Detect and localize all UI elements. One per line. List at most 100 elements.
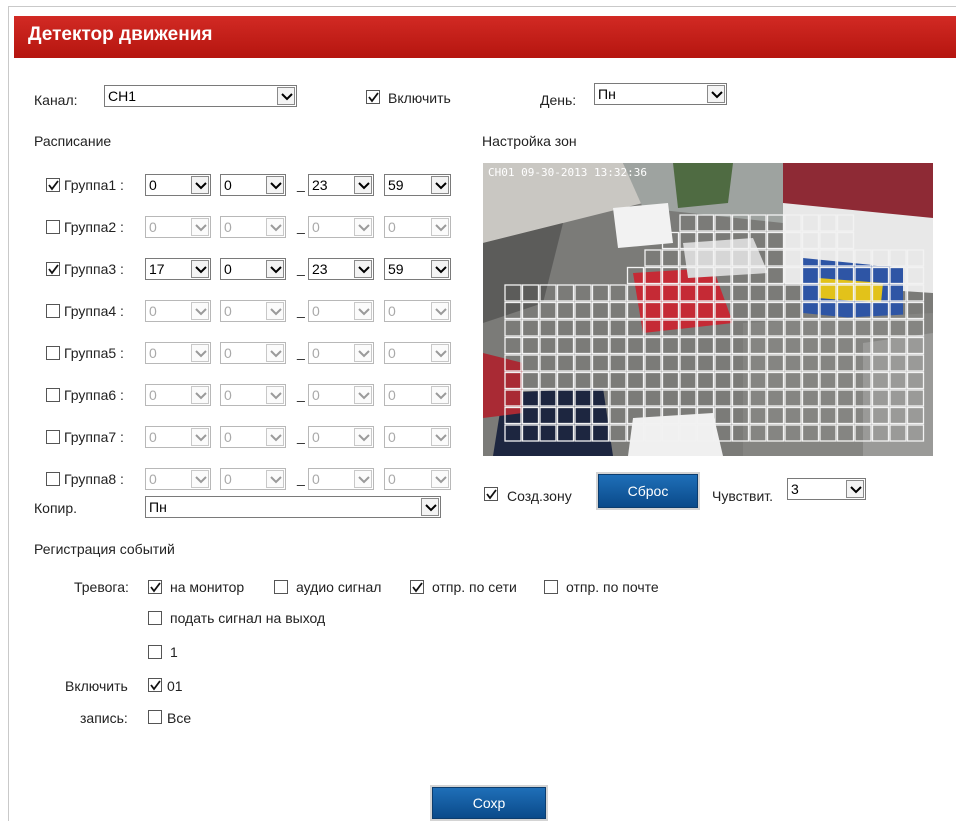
chevron-down-icon — [431, 428, 449, 446]
group-1-end-hour-value: 23 — [312, 177, 328, 193]
group-4-start-hour-select[interactable]: 0 — [145, 300, 211, 322]
group-8-end-hour-select[interactable]: 0 — [308, 468, 374, 490]
group-6-end-hour-select[interactable]: 0 — [308, 384, 374, 406]
chevron-down-icon — [421, 498, 439, 516]
group-6-start-hour-select[interactable]: 0 — [145, 384, 211, 406]
chevron-down-icon — [266, 218, 284, 236]
copy-select[interactable]: Пн — [145, 496, 441, 518]
group-7-end-minute-select[interactable]: 0 — [384, 426, 451, 448]
chevron-down-icon — [431, 344, 449, 362]
sensitivity-select[interactable]: 3 — [787, 478, 866, 500]
chevron-down-icon — [266, 176, 284, 194]
save-button[interactable]: Сохр — [432, 787, 546, 819]
record-all-checkbox[interactable] — [148, 710, 162, 724]
group-5-start-hour-value: 0 — [149, 345, 157, 361]
group-3-start-minute-select[interactable]: 0 — [220, 258, 286, 280]
group-7-start-minute-value: 0 — [224, 429, 232, 445]
group-4-start-minute-select[interactable]: 0 — [220, 300, 286, 322]
group-2-checkbox[interactable] — [46, 220, 60, 234]
page-header: Детектор движения — [14, 16, 956, 58]
group-7-end-hour-value: 0 — [312, 429, 320, 445]
reset-button[interactable]: Сброс — [598, 474, 698, 508]
group-7-checkbox[interactable] — [46, 430, 60, 444]
chevron-down-icon — [191, 344, 209, 362]
alarm-audio-checkbox[interactable] — [274, 580, 288, 594]
group-7-start-hour-value: 0 — [149, 429, 157, 445]
group-8-checkbox[interactable] — [46, 472, 60, 486]
output-1-label: 1 — [170, 644, 178, 660]
group-5-end-minute-value: 0 — [388, 345, 396, 361]
group-3-end-hour-select[interactable]: 23 — [308, 258, 374, 280]
group-2-start-minute-select[interactable]: 0 — [220, 216, 286, 238]
group-8-separator: _ — [297, 470, 305, 486]
group-4-start-hour-value: 0 — [149, 303, 157, 319]
group-2-start-hour-select[interactable]: 0 — [145, 216, 211, 238]
group-5-end-minute-select[interactable]: 0 — [384, 342, 451, 364]
chevron-down-icon — [354, 428, 372, 446]
group-1-start-minute-select[interactable]: 0 — [220, 174, 286, 196]
group-6-start-hour-value: 0 — [149, 387, 157, 403]
group-1-end-minute-select[interactable]: 59 — [384, 174, 451, 196]
group-3-start-hour-value: 17 — [149, 261, 165, 277]
group-3-start-hour-select[interactable]: 17 — [145, 258, 211, 280]
group-6-end-hour-value: 0 — [312, 387, 320, 403]
group-1-checkbox[interactable] — [46, 178, 60, 192]
group-1-start-hour-select[interactable]: 0 — [145, 174, 211, 196]
alarm-monitor-checkbox[interactable] — [148, 580, 162, 594]
group-5-checkbox[interactable] — [46, 346, 60, 360]
chevron-down-icon — [431, 218, 449, 236]
group-4-end-hour-select[interactable]: 0 — [308, 300, 374, 322]
group-6-start-minute-select[interactable]: 0 — [220, 384, 286, 406]
alarm-email-label: отпр. по почте — [566, 579, 659, 595]
group-8-end-minute-select[interactable]: 0 — [384, 468, 451, 490]
group-5-start-hour-select[interactable]: 0 — [145, 342, 211, 364]
group-1-start-minute-value: 0 — [224, 177, 232, 193]
group-4-checkbox[interactable] — [46, 304, 60, 318]
zones-title: Настройка зон — [482, 133, 577, 149]
channel-select[interactable]: CH1 — [104, 85, 297, 107]
output-signal-checkbox[interactable] — [148, 611, 162, 625]
group-3-end-minute-value: 59 — [388, 261, 404, 277]
group-6-checkbox[interactable] — [46, 388, 60, 402]
day-select[interactable]: Пн — [594, 83, 727, 105]
group-3-start-minute-value: 0 — [224, 261, 232, 277]
group-7-start-hour-select[interactable]: 0 — [145, 426, 211, 448]
group-2-end-hour-value: 0 — [312, 219, 320, 235]
chevron-down-icon — [266, 344, 284, 362]
group-3-end-hour-value: 23 — [312, 261, 328, 277]
create-zone-label: Созд.зону — [507, 488, 572, 504]
enable-01-checkbox[interactable] — [148, 678, 162, 692]
group-8-start-hour-select[interactable]: 0 — [145, 468, 211, 490]
group-5-end-hour-value: 0 — [312, 345, 320, 361]
group-2-end-minute-select[interactable]: 0 — [384, 216, 451, 238]
group-7-end-hour-select[interactable]: 0 — [308, 426, 374, 448]
alarm-network-label: отпр. по сети — [432, 579, 517, 595]
group-3-end-minute-select[interactable]: 59 — [384, 258, 451, 280]
group-2-end-minute-value: 0 — [388, 219, 396, 235]
alarm-network-checkbox[interactable] — [410, 580, 424, 594]
enable-label: Включить — [388, 90, 451, 106]
group-2-start-minute-value: 0 — [224, 219, 232, 235]
group-6-end-minute-select[interactable]: 0 — [384, 384, 451, 406]
group-5-end-hour-select[interactable]: 0 — [308, 342, 374, 364]
group-7-separator: _ — [297, 428, 305, 444]
group-4-end-minute-select[interactable]: 0 — [384, 300, 451, 322]
group-4-label: Группа4 : — [64, 303, 124, 319]
events-title: Регистрация событий — [34, 541, 175, 557]
group-7-start-minute-select[interactable]: 0 — [220, 426, 286, 448]
alarm-email-checkbox[interactable] — [544, 580, 558, 594]
group-5-start-minute-select[interactable]: 0 — [220, 342, 286, 364]
create-zone-checkbox[interactable] — [484, 487, 498, 501]
camera-preview[interactable]: CH01 09-30-2013 13:32:36 — [483, 163, 933, 456]
group-4-start-minute-value: 0 — [224, 303, 232, 319]
group-2-end-hour-select[interactable]: 0 — [308, 216, 374, 238]
group-8-start-minute-select[interactable]: 0 — [220, 468, 286, 490]
channel-value: CH1 — [108, 88, 137, 104]
chevron-down-icon — [277, 87, 295, 105]
group-3-checkbox[interactable] — [46, 262, 60, 276]
day-label: День: — [540, 92, 577, 108]
group-1-end-hour-select[interactable]: 23 — [308, 174, 374, 196]
enable-checkbox[interactable] — [366, 90, 380, 104]
output-1-checkbox[interactable] — [148, 645, 162, 659]
day-value: Пн — [598, 86, 616, 102]
